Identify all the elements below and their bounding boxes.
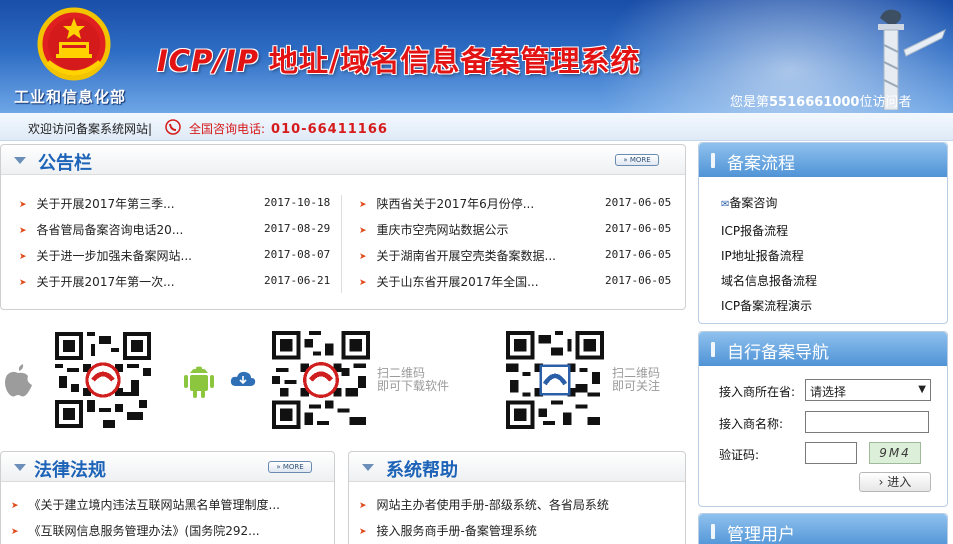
process-item-domain[interactable]: 域名信息报备流程 — [721, 272, 817, 289]
site-header: 工业和信息化部 ICP/IP 地址/域名信息备案管理系统 您是第551666100… — [0, 0, 953, 113]
self-nav-header: 自行备案导航 — [699, 332, 947, 366]
announcement-date: 2017-08-29 — [264, 222, 331, 235]
collapse-triangle-icon[interactable] — [14, 464, 26, 471]
announcement-more-button[interactable]: » MORE — [615, 154, 659, 166]
qr-code-ios — [55, 332, 151, 428]
self-nav-title: 自行备案导航 — [727, 343, 829, 363]
help-title: 系统帮助 — [386, 460, 458, 481]
announcement-title: 公告栏 — [38, 153, 92, 174]
announcement-item[interactable]: ➤ 关于开展2017年第一次... — [19, 273, 175, 290]
national-emblem-icon — [37, 7, 111, 81]
phone-icon — [165, 119, 181, 135]
announcement-item[interactable]: ➤ 重庆市空壳网站数据公示 — [359, 221, 509, 238]
qr-code-wechat — [506, 331, 604, 429]
process-header: 备案流程 — [699, 143, 947, 177]
announcement-date: 2017-06-05 — [605, 274, 672, 287]
province-label: 接入商所在省: — [719, 385, 796, 399]
laws-panel-header: 法律法规 » MORE — [1, 452, 334, 482]
announcement-date: 2017-06-21 — [264, 274, 331, 287]
announcement-item[interactable]: ➤ 关于进一步加强未备案网站... — [19, 247, 192, 264]
announcement-date: 2017-08-07 — [264, 248, 331, 261]
welcome-bar: 欢迎访问备案系统网站| 全国咨询电话: 010-66411166 — [0, 113, 953, 141]
process-item-icp[interactable]: ICP报备流程 — [721, 222, 788, 239]
system-title-cn: 地址/域名信息备案管理系统 — [268, 44, 641, 78]
manage-user-box: 管理用户 — [698, 513, 948, 544]
process-title: 备案流程 — [727, 154, 795, 174]
manage-user-title: 管理用户 — [727, 525, 795, 544]
help-item[interactable]: ➤ 网站主办者使用手册-部级系统、各省局系统 — [359, 496, 609, 513]
announcement-date: 2017-06-05 — [605, 196, 672, 209]
chevron-down-icon: ▼ — [918, 384, 926, 395]
law-item[interactable]: ➤ 《关于建立境内违法互联网站黑名单管理制度... — [11, 496, 280, 513]
ministry-name: 工业和信息化部 — [14, 88, 127, 106]
help-panel-header: 系统帮助 — [349, 452, 685, 482]
provider-name-input[interactable] — [805, 411, 929, 433]
laws-more-button[interactable]: » MORE — [268, 461, 312, 473]
announcement-item[interactable]: ➤ 关于山东省开展2017年全国... — [359, 273, 539, 290]
android-icon[interactable] — [181, 358, 217, 400]
self-nav-box: 自行备案导航 接入商所在省: 请选择 ▼ 接入商名称: 验证码: 9M4 › 进… — [698, 331, 948, 507]
announcement-date: 2017-06-05 — [605, 222, 672, 235]
announcement-item[interactable]: ➤ 各省管局备案咨询电话20... — [19, 221, 183, 238]
laws-panel: 法律法规 » MORE ➤ 《关于建立境内违法互联网站黑名单管理制度... ➤ 《互… — [0, 451, 335, 544]
process-box: 备案流程 ✉备案咨询 ICP报备流程 IP地址报备流程 域名信息报备流程 ICP… — [698, 142, 948, 324]
announcement-panel-header: 公告栏 » MORE — [1, 145, 685, 175]
announcement-date: 2017-06-05 — [605, 248, 672, 261]
help-panel: 系统帮助 ➤ 网站主办者使用手册-部级系统、各省局系统 ➤ 接入服务商手册-备案管理… — [348, 451, 686, 544]
visitor-counter: 您是第5516661000位访问者 — [730, 95, 912, 110]
cloud-download-icon[interactable] — [230, 370, 256, 388]
welcome-text: 欢迎访问备案系统网站| — [28, 122, 153, 136]
province-select[interactable]: 请选择 ▼ — [805, 379, 931, 401]
process-item-consult[interactable]: ✉备案咨询 — [721, 194, 777, 211]
qr-follow-caption: 扫二维码 即可关注 — [612, 366, 661, 393]
law-item[interactable]: ➤ 《互联网信息服务管理办法》(国务院292... — [11, 522, 260, 539]
column-divider — [341, 195, 342, 293]
collapse-triangle-icon[interactable] — [14, 157, 26, 164]
manage-user-header: 管理用户 — [699, 514, 947, 544]
collapse-triangle-icon[interactable] — [362, 464, 374, 471]
provider-name-label: 接入商名称: — [719, 417, 784, 431]
enter-button[interactable]: › 进入 — [859, 472, 931, 492]
system-title: ICP/IP 地址/域名信息备案管理系统 — [157, 38, 641, 80]
process-item-ip[interactable]: IP地址报备流程 — [721, 247, 804, 264]
captcha-label: 验证码: — [719, 448, 760, 462]
announcement-panel: 公告栏 » MORE ➤ 关于开展2017年第三季... 2017-10-18 ➤… — [0, 144, 686, 310]
qr-code-android — [272, 331, 370, 429]
qr-download-caption: 扫二维码 即可下载软件 — [377, 366, 450, 393]
help-item[interactable]: ➤ 接入服务商手册-备案管理系统 — [359, 522, 537, 539]
captcha-input[interactable] — [805, 442, 857, 464]
announcement-date: 2017-10-18 — [264, 196, 331, 209]
hotline: 全国咨询电话: 010-66411166 — [189, 122, 388, 137]
announcement-item[interactable]: ➤ 关于湖南省开展空壳类备案数据... — [359, 247, 556, 264]
process-item-demo[interactable]: ICP备案流程演示 — [721, 297, 812, 314]
system-title-en: ICP/IP — [157, 44, 259, 78]
laws-title: 法律法规 — [34, 460, 106, 481]
announcement-item[interactable]: ➤ 陕西省关于2017年6月份停... — [359, 195, 534, 212]
announcement-item[interactable]: ➤ 关于开展2017年第三季... — [19, 195, 175, 212]
captcha-image[interactable]: 9M4 — [869, 442, 921, 464]
apple-icon[interactable] — [2, 360, 34, 400]
